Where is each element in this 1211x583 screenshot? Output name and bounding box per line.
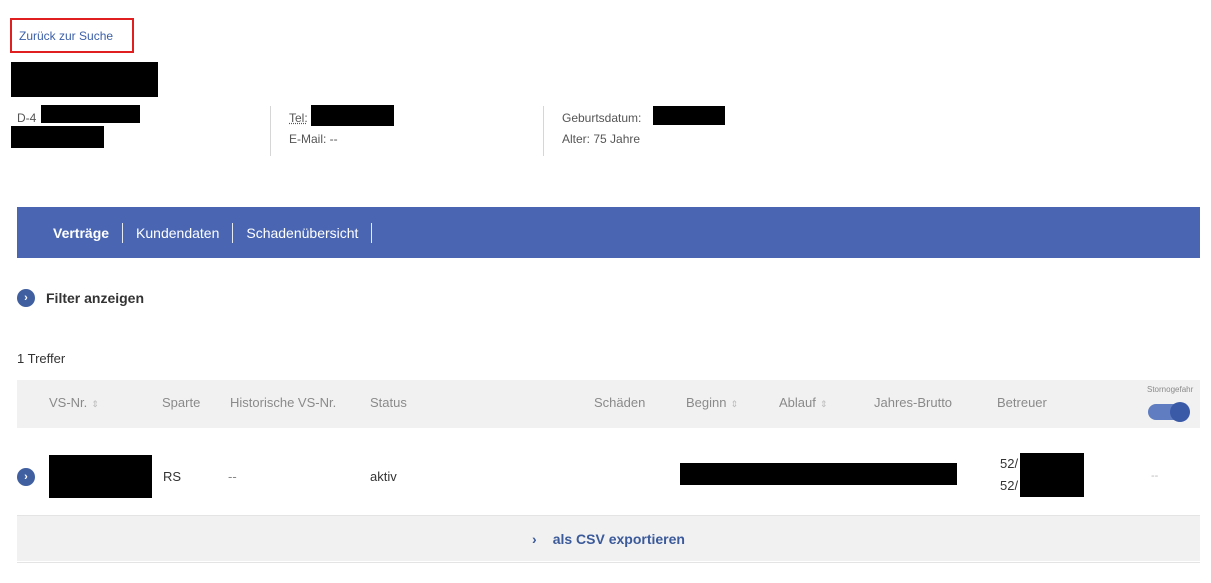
tab-schadenuebersicht[interactable]: Schadenübersicht bbox=[246, 225, 358, 241]
col-sparte: Sparte bbox=[162, 395, 201, 410]
back-to-search-label: Zurück zur Suche bbox=[19, 29, 114, 43]
sort-icon: ⇕ bbox=[730, 399, 739, 409]
col-historische-vs-nr: Historische VS-Nr. bbox=[230, 395, 337, 410]
expand-row-icon[interactable]: › bbox=[17, 468, 35, 486]
col-vs-nr-label: VS-Nr. bbox=[49, 395, 88, 410]
col-betreuer: Betreuer bbox=[997, 395, 1047, 410]
table-header: VS-Nr. ⇕ Sparte Historische VS-Nr. Status… bbox=[17, 380, 1200, 428]
col-ablauf[interactable]: Ablauf ⇕ bbox=[779, 395, 827, 410]
chevron-right-circle-icon: › bbox=[17, 289, 35, 307]
tab-separator bbox=[371, 222, 373, 243]
cell-stornogefahr: -- bbox=[1151, 470, 1159, 482]
birthdate-label: Geburtsdatum: bbox=[562, 111, 642, 125]
age-text: Alter: 75 Jahre bbox=[562, 132, 641, 146]
tab-kundendaten[interactable]: Kundendaten bbox=[136, 225, 219, 241]
toggle-knob bbox=[1170, 402, 1190, 422]
sort-icon: ⇕ bbox=[819, 399, 828, 409]
tel-label: Tel: bbox=[289, 111, 308, 125]
table-row[interactable]: › RS -- aktiv 52/ 52/ -- bbox=[17, 440, 1200, 514]
tel-redacted bbox=[311, 105, 394, 126]
col-status: Status bbox=[370, 395, 407, 410]
col-ablauf-label: Ablauf bbox=[779, 395, 816, 410]
stornogefahr-toggle[interactable] bbox=[1148, 402, 1190, 422]
tab-separator bbox=[122, 222, 124, 243]
export-csv-label: als CSV exportieren bbox=[552, 530, 685, 547]
filter-label: Filter anzeigen bbox=[46, 290, 145, 306]
col-beginn[interactable]: Beginn ⇕ bbox=[686, 395, 738, 410]
birthdate-redacted bbox=[653, 106, 725, 125]
tab-vertraege[interactable]: Verträge bbox=[53, 225, 109, 241]
cell-status: aktiv bbox=[370, 469, 397, 484]
chevron-right-icon: › bbox=[532, 530, 537, 547]
vs-nr-redacted bbox=[49, 455, 152, 498]
betreuer-redacted bbox=[1020, 453, 1084, 497]
back-to-search-link[interactable]: Zurück zur Suche bbox=[10, 18, 134, 53]
bottom-divider bbox=[17, 562, 1200, 563]
customer-name-redacted bbox=[11, 62, 158, 97]
cell-betreuer-line1: 52/ bbox=[1000, 456, 1019, 471]
filter-toggle[interactable]: › Filter anzeigen bbox=[17, 289, 144, 307]
header-divider-1 bbox=[270, 106, 271, 156]
sort-icon: ⇕ bbox=[91, 399, 99, 409]
email-text: E-Mail: -- bbox=[289, 132, 338, 146]
tab-separator bbox=[232, 222, 234, 243]
header-divider-2 bbox=[543, 106, 544, 156]
cell-betreuer-line2: 52/ bbox=[1000, 478, 1019, 493]
dates-amount-redacted bbox=[680, 463, 957, 485]
col-jahres-brutto: Jahres-Brutto bbox=[874, 395, 953, 410]
col-vs-nr[interactable]: VS-Nr. ⇕ bbox=[49, 395, 99, 410]
col-schaeden: Schäden bbox=[594, 395, 646, 410]
address-city-redacted bbox=[11, 126, 104, 148]
address-prefix: D-4 bbox=[17, 111, 37, 125]
result-count: 1 Treffer bbox=[17, 351, 66, 366]
export-csv-button[interactable]: › als CSV exportieren bbox=[17, 516, 1200, 561]
address-street-redacted bbox=[41, 105, 140, 123]
cell-historische-vs-nr: -- bbox=[228, 469, 237, 484]
col-beginn-label: Beginn bbox=[686, 395, 727, 410]
cell-sparte: RS bbox=[163, 469, 182, 484]
tab-bar: Verträge Kundendaten Schadenübersicht bbox=[17, 207, 1200, 258]
col-stornogefahr: Stornogefahr bbox=[1147, 385, 1194, 394]
